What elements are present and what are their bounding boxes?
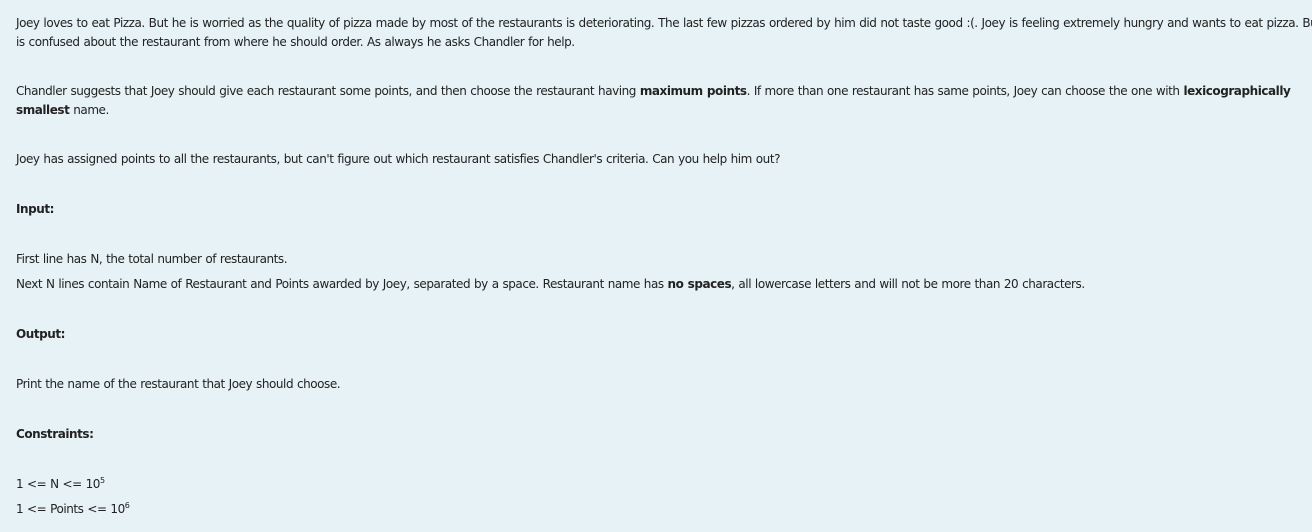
constraint-points-exponent: 6 bbox=[124, 501, 130, 510]
smallest-emphasis: smallest bbox=[16, 103, 70, 117]
suggestion-text-3: name. bbox=[69, 103, 109, 117]
input-heading: Input: bbox=[16, 202, 54, 216]
problem-statement: Joey loves to eat Pizza. But he is worri… bbox=[0, 0, 1312, 532]
intro-line-1: Joey loves to eat Pizza. But he is worri… bbox=[16, 16, 1312, 30]
suggestion-line-1: Chandler suggests that Joey should give … bbox=[16, 82, 1291, 101]
constraint-points: 1 <= Points <= 106 bbox=[16, 501, 130, 516]
suggestion-line-2: smallest name. bbox=[16, 101, 1290, 120]
constraints-heading: Constraints: bbox=[16, 427, 94, 441]
suggestion-text-2: . If more than one restaurant has same p… bbox=[746, 84, 1184, 98]
constraint-points-text: 1 <= Points <= 10 bbox=[16, 502, 125, 516]
input-line-1: First line has N, the total number of re… bbox=[16, 252, 288, 266]
output-heading: Output: bbox=[16, 327, 65, 341]
suggestion-paragraph: Chandler suggests that Joey should give … bbox=[16, 82, 1291, 120]
question-paragraph: Joey has assigned points to all the rest… bbox=[16, 152, 781, 166]
maximum-points-emphasis: maximum points bbox=[639, 84, 747, 98]
constraint-n: 1 <= N <= 105 bbox=[16, 476, 106, 491]
lexicographically-emphasis: lexicographically bbox=[1183, 84, 1291, 98]
constraint-n-exponent: 5 bbox=[99, 476, 106, 485]
suggestion-text-1: Chandler suggests that Joey should give … bbox=[16, 84, 640, 98]
intro-paragraph: Joey loves to eat Pizza. But he is worri… bbox=[16, 14, 1312, 52]
input-text-2: , all lowercase letters and will not be … bbox=[731, 277, 1085, 291]
input-text-1: Next N lines contain Name of Restaurant … bbox=[16, 277, 668, 291]
input-line-2: Next N lines contain Name of Restaurant … bbox=[16, 277, 1085, 291]
output-text: Print the name of the restaurant that Jo… bbox=[16, 377, 341, 391]
no-spaces-emphasis: no spaces bbox=[667, 277, 732, 291]
intro-line-2: is confused about the restaurant from wh… bbox=[16, 35, 575, 49]
constraint-n-text: 1 <= N <= 10 bbox=[16, 477, 100, 491]
